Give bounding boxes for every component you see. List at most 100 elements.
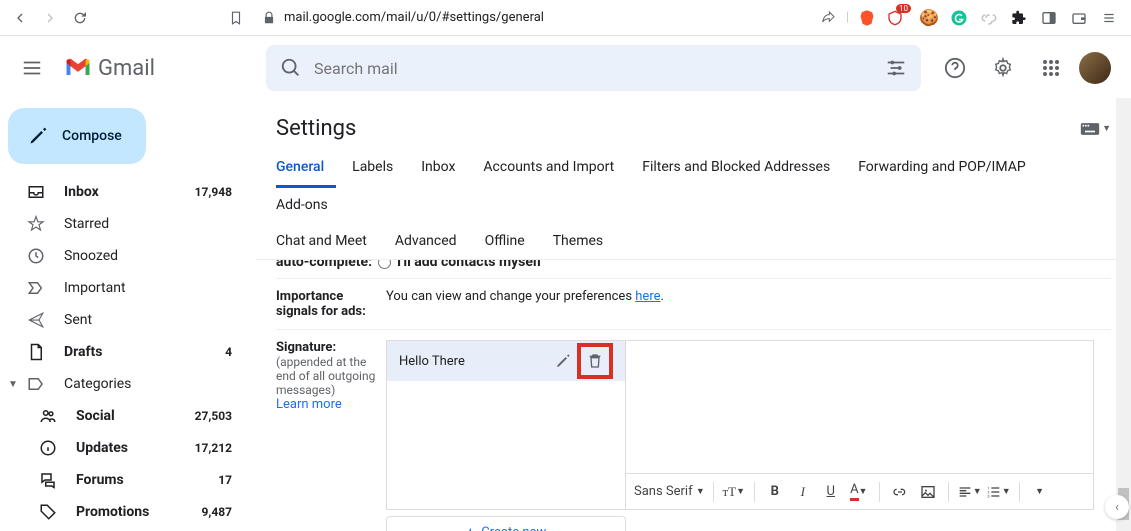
sidebar-item-starred[interactable]: Starred — [0, 208, 244, 240]
page-title: Settings — [276, 116, 1080, 141]
search-bar[interactable] — [266, 45, 921, 91]
underline-button[interactable]: U — [819, 480, 843, 504]
signature-editor[interactable]: Sans Serif ▼ тТ▼ B I U A▼ — [626, 340, 1094, 510]
inbox-icon — [26, 183, 46, 201]
setting-autocomplete-row: auto-complete: I'll add contacts myself — [276, 260, 1111, 270]
reload-button[interactable] — [68, 6, 92, 30]
setting-signature-row: Signature: (appended at the end of all o… — [276, 329, 1111, 531]
panel-icon[interactable] — [1039, 8, 1059, 28]
sidebar-item-important[interactable]: Important — [0, 272, 244, 304]
account-avatar[interactable] — [1079, 52, 1111, 84]
align-button[interactable]: ▼ — [957, 480, 982, 504]
scrollbar[interactable] — [1116, 98, 1131, 531]
help-button[interactable] — [935, 48, 975, 88]
tab-advanced[interactable]: Advanced — [395, 223, 469, 259]
bookmark-icon[interactable] — [224, 6, 248, 30]
more-formatting-button[interactable]: ▼ — [1028, 480, 1052, 504]
tab-inbox[interactable]: Inbox — [421, 149, 467, 187]
setting-importance-row: Importance signals for ads: You can view… — [276, 278, 1111, 329]
tab-accounts[interactable]: Accounts and Import — [483, 149, 626, 187]
search-icon — [280, 57, 302, 79]
svg-text:3: 3 — [987, 493, 989, 498]
signature-edit-button[interactable] — [549, 347, 577, 375]
text-color-button[interactable]: A▼ — [847, 480, 871, 504]
list-button[interactable]: 123▼ — [986, 480, 1011, 504]
back-button[interactable] — [8, 6, 32, 30]
signature-sub: (appended at the end of all outgoing mes… — [276, 355, 386, 397]
font-size-button[interactable]: тТ▼ — [722, 480, 746, 504]
gmail-icon — [64, 57, 92, 79]
share-icon[interactable] — [818, 8, 838, 28]
keyboard-icon — [1080, 122, 1100, 136]
brave-icon[interactable] — [857, 8, 877, 28]
logo[interactable]: Gmail — [64, 56, 248, 81]
tab-labels[interactable]: Labels — [352, 149, 405, 187]
tab-themes[interactable]: Themes — [553, 223, 615, 259]
extensions-area: 🍪 — [919, 8, 1123, 28]
sidebar-item-categories[interactable]: Categories — [22, 368, 244, 400]
pencil-icon — [28, 126, 48, 146]
tab-offline[interactable]: Offline — [485, 223, 537, 259]
product-name: Gmail — [98, 56, 155, 81]
sidebar-item-drafts[interactable]: Drafts 4 — [0, 336, 244, 368]
tab-filters[interactable]: Filters and Blocked Addresses — [642, 149, 842, 187]
clock-icon — [26, 247, 46, 265]
sidebar-item-snoozed[interactable]: Snoozed — [0, 240, 244, 272]
main-panel: Settings ▼ General Labels Inbox Accounts… — [256, 98, 1131, 531]
important-icon — [26, 279, 46, 297]
label-icon — [26, 375, 46, 393]
wallet-icon[interactable] — [1069, 8, 1089, 28]
compose-button[interactable]: Compose — [8, 108, 146, 164]
sidebar-item-forums[interactable]: Forums 17 — [0, 464, 244, 496]
address-bar[interactable]: mail.google.com/mail/u/0/#settings/gener… — [254, 8, 913, 28]
sidebar-item-updates[interactable]: Updates 17,212 — [0, 432, 244, 464]
forward-button[interactable] — [38, 6, 62, 30]
lock-icon — [262, 11, 276, 25]
signature-label: Signature: — [276, 340, 386, 355]
tab-general[interactable]: General — [276, 149, 336, 188]
drafts-icon — [26, 343, 46, 361]
signature-list: Hello There — [386, 340, 626, 510]
link-ext-icon[interactable] — [979, 8, 999, 28]
importance-link[interactable]: here — [635, 289, 660, 304]
chevron-down-icon[interactable]: ▼ — [8, 379, 22, 390]
italic-button[interactable]: I — [791, 480, 815, 504]
grammarly-ext-icon[interactable] — [949, 8, 969, 28]
link-button[interactable] — [888, 480, 912, 504]
tab-addons[interactable]: Add-ons — [276, 187, 340, 223]
signature-learn-link[interactable]: Learn more — [276, 397, 342, 412]
sidebar-item-promotions[interactable]: Promotions 9,487 — [0, 496, 244, 528]
shield-icon[interactable] — [885, 8, 905, 28]
apps-button[interactable] — [1031, 48, 1071, 88]
compose-label: Compose — [62, 128, 122, 144]
sidebar-item-inbox[interactable]: Inbox 17,948 — [0, 176, 244, 208]
extensions-icon[interactable] — [1009, 8, 1029, 28]
signature-item[interactable]: Hello There — [387, 341, 625, 381]
side-panel-toggle[interactable]: ‹ — [1105, 495, 1129, 519]
input-tools-button[interactable]: ▼ — [1080, 122, 1111, 136]
browser-menu-icon[interactable] — [1099, 8, 1119, 28]
bold-button[interactable]: B — [763, 480, 787, 504]
create-signature-button[interactable]: + Create new — [386, 516, 626, 531]
cookie-ext-icon[interactable]: 🍪 — [919, 8, 939, 28]
settings-tabs: General Labels Inbox Accounts and Import… — [256, 149, 1131, 260]
search-input[interactable] — [314, 59, 885, 78]
sidebar-item-social[interactable]: Social 27,503 — [0, 400, 244, 432]
signature-delete-button[interactable] — [577, 343, 613, 379]
browser-toolbar: mail.google.com/mail/u/0/#settings/gener… — [0, 0, 1131, 36]
main-menu-button[interactable] — [8, 44, 56, 92]
sent-icon — [26, 311, 46, 329]
autocomplete-radio[interactable] — [378, 260, 391, 269]
font-family-select[interactable]: Sans Serif ▼ — [634, 480, 705, 504]
sidebar-item-sent[interactable]: Sent — [0, 304, 244, 336]
tab-forwarding[interactable]: Forwarding and POP/IMAP — [858, 149, 1037, 187]
social-icon — [38, 407, 58, 425]
search-options-icon[interactable] — [885, 57, 907, 79]
sidebar: Compose Inbox 17,948 Starred Snoozed Imp… — [0, 100, 256, 531]
forums-icon — [38, 471, 58, 489]
tab-chat[interactable]: Chat and Meet — [276, 223, 379, 259]
settings-button[interactable] — [983, 48, 1023, 88]
image-button[interactable] — [916, 480, 940, 504]
star-icon — [26, 215, 46, 233]
info-icon — [38, 439, 58, 457]
